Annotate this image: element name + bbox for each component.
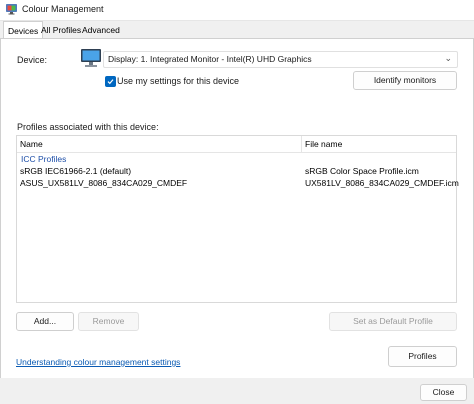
profile-row[interactable]: ASUS_UX581LV_8086_834CA029_CMDEF UX581LV… [17,178,459,190]
tab-advanced[interactable]: Advanced [78,23,124,38]
chevron-down-icon: ⌄ [444,53,452,63]
close-button[interactable]: Close [420,384,467,401]
dialog-footer [0,378,474,404]
use-settings-label: Use my settings for this device [117,76,240,86]
column-header-name[interactable]: Name [20,139,43,149]
monitor-icon [81,49,101,67]
title-bar: Colour Management [0,0,474,21]
colour-management-app-icon [6,4,17,15]
device-select-value: Display: 1. Integrated Monitor - Intel(R… [108,54,312,64]
column-header-file-name[interactable]: File name [305,139,342,149]
use-settings-checkbox[interactable] [105,76,116,87]
device-label: Device: [17,55,48,65]
profile-file: UX581LV_8086_834CA029_CMDEF.icm [305,178,459,188]
identify-monitors-button[interactable]: Identify monitors [353,71,457,90]
add-button[interactable]: Add... [16,312,74,331]
profiles-list-header: Name File name [17,136,456,153]
checkmark-icon [107,79,114,85]
column-divider [301,136,302,152]
window-title: Colour Management [22,4,104,14]
group-icc-profiles: ICC Profiles [21,154,67,164]
remove-button[interactable]: Remove [78,312,139,331]
set-default-profile-button[interactable]: Set as Default Profile [329,312,457,331]
profiles-list[interactable]: Name File name ICC Profiles sRGB IEC6196… [16,135,459,303]
device-select[interactable]: Display: 1. Integrated Monitor - Intel(R… [103,51,458,68]
profile-name: ASUS_UX581LV_8086_834CA029_CMDEF [20,178,188,188]
profile-row[interactable]: sRGB IEC61966-2.1 (default) sRGB Color S… [17,166,456,178]
understanding-colour-management-link[interactable]: Understanding colour management settings [16,357,180,367]
profiles-section-label: Profiles associated with this device: [17,122,159,132]
profile-name: sRGB IEC61966-2.1 (default) [20,166,132,176]
tab-strip: Devices All Profiles Advanced [0,21,474,40]
profiles-button[interactable]: Profiles [388,346,457,367]
profile-file: sRGB Color Space Profile.icm [305,166,419,176]
